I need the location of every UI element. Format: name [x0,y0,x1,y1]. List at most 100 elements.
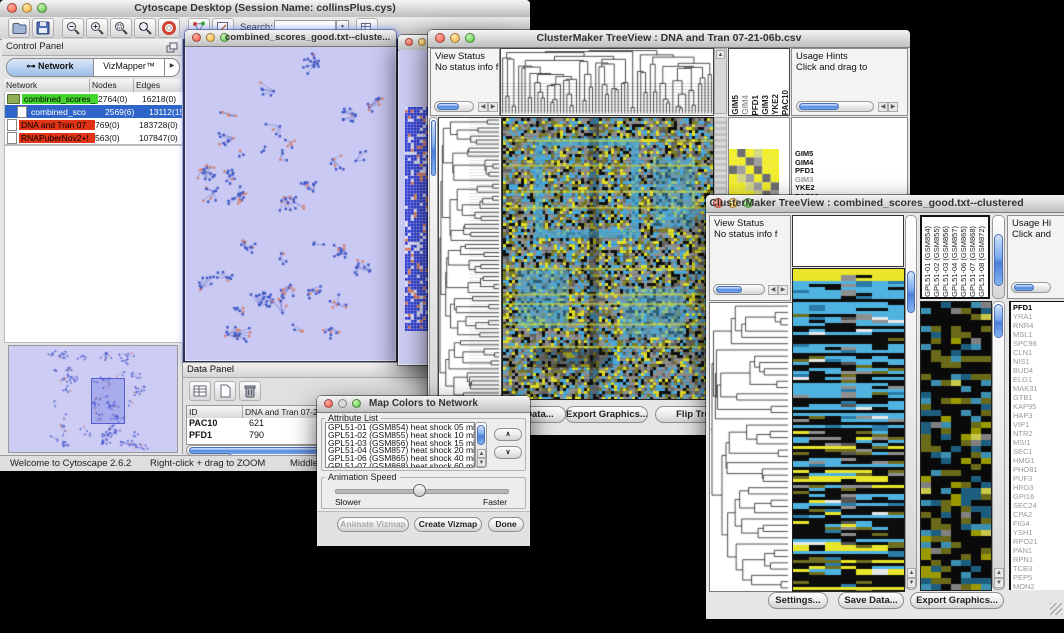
network-view-canvas[interactable] [186,47,395,360]
scroll-down-icon[interactable]: ▼ [907,578,916,588]
close-icon[interactable] [192,33,201,42]
gene-label[interactable]: PAN1 [1013,546,1064,555]
attribute-list[interactable]: GPL51-01 (GSM854) heat shock 05 minGPL51… [325,422,475,468]
scroll-left-icon[interactable]: ◀ [478,102,488,112]
treeview2-heatmap-canvas[interactable] [792,268,905,592]
gene-label[interactable]: SEC1 [1013,447,1064,456]
scroll-left-icon[interactable]: ◀ [878,102,888,112]
zoom-in-button[interactable] [86,18,108,38]
gene-label[interactable]: CPA2 [1013,510,1064,519]
network-list-row[interactable]: DNA and Tran 07769(0)183728(0) [5,118,182,131]
done-button[interactable]: Done [488,517,524,532]
column-dendrogram-area[interactable] [792,215,904,267]
table-mode-button[interactable] [189,381,211,401]
view-status-scrollbar[interactable] [434,101,474,112]
scroll-left-icon[interactable]: ◀ [768,285,778,295]
similarity-matrix-canvas[interactable] [729,149,779,199]
treeview2-titlebar[interactable]: ClusterMaker TreeView : combined_scores_… [706,195,1064,213]
col-edges[interactable]: Edges [134,79,181,92]
row-dendrogram-canvas[interactable] [709,302,793,592]
move-up-button[interactable]: ∧ [494,428,522,441]
gene-label[interactable]: GTB1 [1013,393,1064,402]
gene-label[interactable]: HMG1 [1013,456,1064,465]
settings-button[interactable]: Settings... [768,592,828,609]
gene-label[interactable]: PEP5 [1013,573,1064,582]
row-dendrogram-canvas[interactable] [438,117,502,400]
zoom-vscrollbar[interactable]: ▲ ▼ [992,301,1005,590]
create-vizmap-button[interactable]: Create Vizmap [414,517,482,532]
gene-label[interactable]: CLN1 [1013,348,1064,357]
zoom-out-button[interactable] [62,18,84,38]
scroll-down-icon[interactable]: ▼ [994,578,1004,588]
network-list-row[interactable]: combined_sco2569(6)13112(15) [5,105,182,118]
attribute-list-item[interactable]: GPL51-07 (GSM868) heat shock 60 min [328,463,474,468]
gene-label[interactable]: SEC24 [1013,501,1064,510]
help-button[interactable] [158,18,180,38]
network-overview-panel[interactable] [8,345,178,453]
treeview2-vscrollbar[interactable]: ▲ ▼ [905,215,917,590]
gene-label[interactable]: HRD3 [1013,483,1064,492]
treeview1-vscrollbar[interactable] [429,117,438,399]
gene-label[interactable]: MSI1 [1013,438,1064,447]
zoom-fit-button[interactable] [134,18,156,38]
save-button[interactable] [32,18,54,38]
gene-label[interactable]: RPO21 [1013,537,1064,546]
gene-label[interactable]: ELG1 [1013,375,1064,384]
gene-label[interactable]: MAK31 [1013,384,1064,393]
gene-label[interactable]: PUF3 [1013,474,1064,483]
delete-attribute-button[interactable] [239,381,261,401]
dialog-titlebar[interactable]: Map Colors to Network [317,396,530,413]
open-button[interactable] [8,18,30,38]
zoom-heatmap-canvas[interactable] [920,301,992,591]
dendrogram-scroll-strip[interactable]: ▲ [714,48,727,114]
float-panel-icon[interactable] [166,41,178,59]
gene-label[interactable]: YSH1 [1013,528,1064,537]
export-graphics-button[interactable]: Export Graphics... [910,592,1004,609]
gene-label[interactable]: FIG4 [1013,519,1064,528]
gene-label[interactable]: TCB3 [1013,564,1064,573]
scroll-up-icon[interactable]: ▲ [716,50,725,59]
gene-label[interactable]: NIS1 [1013,357,1064,366]
overview-viewport-rect[interactable] [91,378,125,424]
animate-vizmap-button[interactable]: Animate Vizmap [337,517,409,532]
speed-slider-thumb[interactable] [413,484,426,497]
column-dendrogram-canvas[interactable] [500,48,714,116]
export-graphics-button[interactable]: Export Graphics... [565,406,648,423]
gene-label[interactable]: PHO81 [1013,465,1064,474]
id-column-header[interactable]: ID [187,406,243,418]
attribute-list-scrollbar[interactable]: ▲ ▼ [475,422,487,468]
zoom-selected-button[interactable] [110,18,132,38]
usage-hints-scrollbar[interactable] [796,101,874,112]
tab-network[interactable]: ⊶ Network [7,59,94,76]
view-status-scrollbar[interactable] [713,284,765,295]
scroll-down-icon[interactable]: ▼ [477,458,486,467]
gene-label[interactable]: KAP95 [1013,402,1064,411]
gene-label[interactable]: YRA1 [1013,312,1064,321]
scroll-up-icon[interactable]: ▲ [994,568,1004,578]
tab-overflow-arrow[interactable]: ▶ [164,59,179,76]
gene-label[interactable]: GPI16 [1013,492,1064,501]
gene-label[interactable]: MSL1 [1013,330,1064,339]
main-titlebar[interactable]: Cytoscape Desktop (Session Name: collins… [0,0,530,18]
network-view-titlebar[interactable]: combined_scores_good.txt--cluste... [185,30,396,47]
save-data-button[interactable]: Save Data... [838,592,904,609]
network-list-row[interactable]: combined_scores_2764(0)16218(0) [5,92,182,105]
minimize-icon[interactable] [206,33,215,42]
tab-vizmapper[interactable]: VizMapper™ [94,59,164,76]
col-nodes[interactable]: Nodes [90,79,134,92]
treeview1-heatmap-canvas[interactable] [502,117,714,400]
treeview1-titlebar[interactable]: ClusterMaker TreeView : DNA and Tran 07-… [428,30,910,48]
gene-label[interactable]: SPC98 [1013,339,1064,348]
gene-label[interactable]: PFD1 [1013,303,1064,312]
move-down-button[interactable]: ∨ [494,446,522,459]
col-network[interactable]: Network [4,79,90,92]
gene-label[interactable]: RNR4 [1013,321,1064,330]
scroll-right-icon[interactable]: ▶ [888,102,898,112]
gene-label[interactable]: VIP1 [1013,420,1064,429]
scroll-right-icon[interactable]: ▶ [488,102,498,112]
close-icon[interactable] [405,38,413,46]
gene-label[interactable]: RPN1 [1013,555,1064,564]
labels-vscrollbar[interactable] [992,215,1005,299]
gene-label[interactable]: HAP3 [1013,411,1064,420]
usage-hints-scrollbar[interactable] [1011,282,1051,293]
